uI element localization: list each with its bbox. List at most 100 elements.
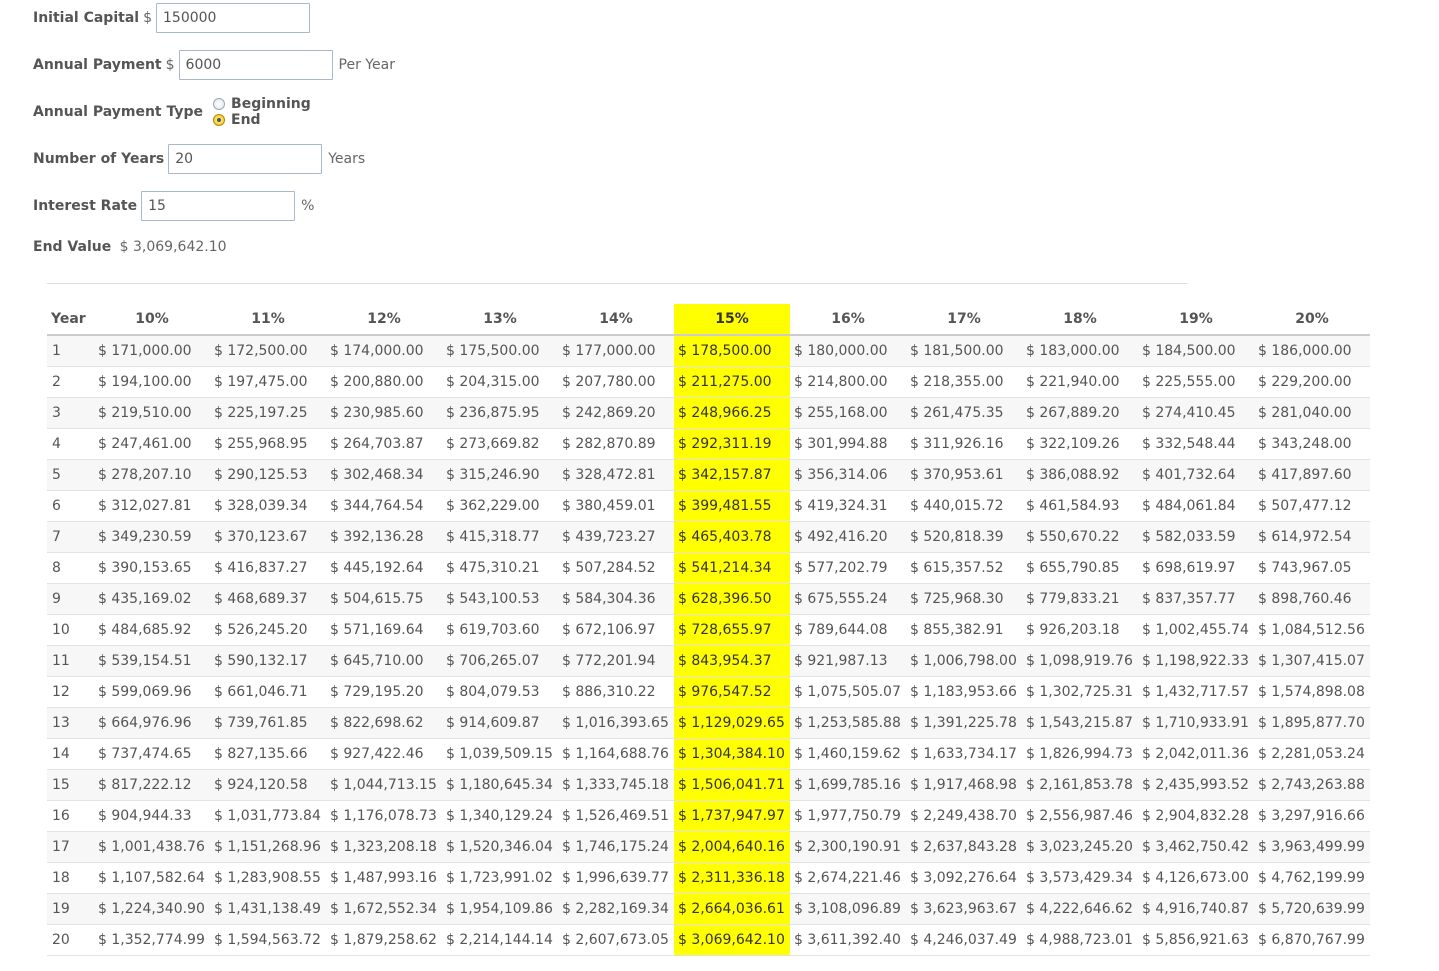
value-cell: $ 468,689.37 <box>210 583 326 615</box>
table-row: 6 $ 312,027.81 $ 328,039.34 $ 344,764.54 $ 3… <box>47 490 1370 522</box>
interest-rate-row: Interest Rate % <box>33 191 314 221</box>
end-value-label: End Value <box>33 239 112 255</box>
value-cell: $ 1,487,993.16 <box>326 862 442 894</box>
value-cell: $ 1,006,798.00 <box>906 645 1022 677</box>
value-cell: $ 543,100.53 <box>442 583 558 615</box>
value-cell: $ 661,046.71 <box>210 676 326 708</box>
payment-type-beginning-label[interactable]: Beginning <box>231 96 311 112</box>
value-cell: $ 390,153.65 <box>94 552 210 584</box>
value-cell: $ 230,985.60 <box>326 397 442 429</box>
table-header-row: Year 10% 11% 12% 13% 14% 15% 16% 17% 18% 19% 20% <box>47 304 1370 336</box>
value-cell: $ 3,108,096.89 <box>790 893 906 925</box>
value-cell: $ 417,897.60 <box>1254 459 1370 491</box>
value-cell: $ 349,230.59 <box>94 521 210 553</box>
value-cell: $ 274,410.45 <box>1138 397 1254 429</box>
table-row: 9 $ 435,169.02 $ 468,689.37 $ 504,615.75 $ 5… <box>47 583 1370 615</box>
value-cell: $ 435,169.02 <box>94 583 210 615</box>
payment-type-end-radio[interactable] <box>213 114 226 126</box>
value-cell: $ 520,818.39 <box>906 521 1022 553</box>
value-cell: $ 1,826,994.73 <box>1022 738 1138 770</box>
payment-type-beginning-option[interactable]: Beginning <box>213 96 311 112</box>
value-cell: $ 211,275.00 <box>674 366 790 398</box>
value-cell: $ 743,967.05 <box>1254 552 1370 584</box>
value-cell: $ 440,015.72 <box>906 490 1022 522</box>
value-cell: $ 328,472.81 <box>558 459 674 491</box>
value-cell: $ 3,297,916.66 <box>1254 800 1370 832</box>
value-cell: $ 5,856,921.63 <box>1138 924 1254 956</box>
value-cell: $ 1,977,750.79 <box>790 800 906 832</box>
value-cell: $ 401,732.64 <box>1138 459 1254 491</box>
value-cell: $ 550,670.22 <box>1022 521 1138 553</box>
value-cell: $ 416,837.27 <box>210 552 326 584</box>
value-cell: $ 1,460,159.62 <box>790 738 906 770</box>
value-cell: $ 439,723.27 <box>558 521 674 553</box>
value-cell: $ 926,203.18 <box>1022 614 1138 646</box>
value-cell: $ 1,283,908.55 <box>210 862 326 894</box>
table-row: 15 $ 817,222.12 $ 924,120.58 $ 1,044,713.15… <box>47 769 1370 801</box>
year-cell: 7 <box>47 521 94 553</box>
year-cell: 9 <box>47 583 94 615</box>
value-cell: $ 229,200.00 <box>1254 366 1370 398</box>
value-cell: $ 2,004,640.16 <box>674 831 790 863</box>
value-cell: $ 2,637,843.28 <box>906 831 1022 863</box>
value-cell: $ 2,249,438.70 <box>906 800 1022 832</box>
value-cell: $ 827,135.66 <box>210 738 326 770</box>
years-row: Number of Years Years <box>33 144 365 174</box>
value-cell: $ 178,500.00 <box>674 335 790 367</box>
year-cell: 16 <box>47 800 94 832</box>
value-cell: $ 181,500.00 <box>906 335 1022 367</box>
year-cell: 10 <box>47 614 94 646</box>
value-cell: $ 6,870,767.99 <box>1254 924 1370 956</box>
value-cell: $ 484,685.92 <box>94 614 210 646</box>
divider <box>47 283 1187 284</box>
value-cell: $ 886,310.22 <box>558 676 674 708</box>
value-cell: $ 672,106.97 <box>558 614 674 646</box>
value-cell: $ 619,703.60 <box>442 614 558 646</box>
value-cell: $ 1,432,717.57 <box>1138 676 1254 708</box>
initial-capital-row: Initial Capital $ <box>33 3 310 33</box>
value-cell: $ 225,197.25 <box>210 397 326 429</box>
value-cell: $ 590,132.17 <box>210 645 326 677</box>
table-row: 8 $ 390,153.65 $ 416,837.27 $ 445,192.64 $ 4… <box>47 552 1370 584</box>
value-cell: $ 541,214.34 <box>674 552 790 584</box>
value-cell: $ 204,315.00 <box>442 366 558 398</box>
payment-type-beginning-radio[interactable] <box>213 98 226 110</box>
value-cell: $ 1,075,505.07 <box>790 676 906 708</box>
value-cell: $ 322,109.26 <box>1022 428 1138 460</box>
value-cell: $ 380,459.01 <box>558 490 674 522</box>
value-cell: $ 1,352,774.99 <box>94 924 210 956</box>
value-cell: $ 3,573,429.34 <box>1022 862 1138 894</box>
table-row: 3 $ 219,510.00 $ 225,197.25 $ 230,985.60 $ 2… <box>47 397 1370 429</box>
table-row: 17 $ 1,001,438.76 $ 1,151,268.96 $ 1,323,20… <box>47 831 1370 863</box>
table-row: 19 $ 1,224,340.90 $ 1,431,138.49 $ 1,672,55… <box>47 893 1370 925</box>
value-cell: $ 924,120.58 <box>210 769 326 801</box>
value-cell: $ 1,543,215.87 <box>1022 707 1138 739</box>
value-cell: $ 976,547.52 <box>674 676 790 708</box>
value-cell: $ 3,623,963.67 <box>906 893 1022 925</box>
value-cell: $ 2,664,036.61 <box>674 893 790 925</box>
value-cell: $ 898,760.46 <box>1254 583 1370 615</box>
value-cell: $ 504,615.75 <box>326 583 442 615</box>
value-cell: $ 278,207.10 <box>94 459 210 491</box>
value-cell: $ 1,506,041.71 <box>674 769 790 801</box>
value-cell: $ 461,584.93 <box>1022 490 1138 522</box>
value-cell: $ 1,710,933.91 <box>1138 707 1254 739</box>
value-cell: $ 1,431,138.49 <box>210 893 326 925</box>
payment-type-end-option[interactable]: End <box>213 112 311 128</box>
value-cell: $ 614,972.54 <box>1254 521 1370 553</box>
payment-type-end-label[interactable]: End <box>231 112 261 128</box>
annual-payment-input[interactable] <box>178 50 333 80</box>
rate-column-header: 12% <box>326 304 442 336</box>
year-cell: 13 <box>47 707 94 739</box>
value-cell: $ 207,780.00 <box>558 366 674 398</box>
value-cell: $ 171,000.00 <box>94 335 210 367</box>
value-cell: $ 855,382.91 <box>906 614 1022 646</box>
value-cell: $ 3,963,499.99 <box>1254 831 1370 863</box>
value-cell: $ 3,069,642.10 <box>674 924 790 956</box>
initial-capital-input[interactable] <box>156 3 310 33</box>
value-cell: $ 356,314.06 <box>790 459 906 491</box>
value-cell: $ 264,703.87 <box>326 428 442 460</box>
rate-column-header: 13% <box>442 304 558 336</box>
interest-rate-input[interactable] <box>141 191 296 221</box>
years-input[interactable] <box>168 144 323 174</box>
